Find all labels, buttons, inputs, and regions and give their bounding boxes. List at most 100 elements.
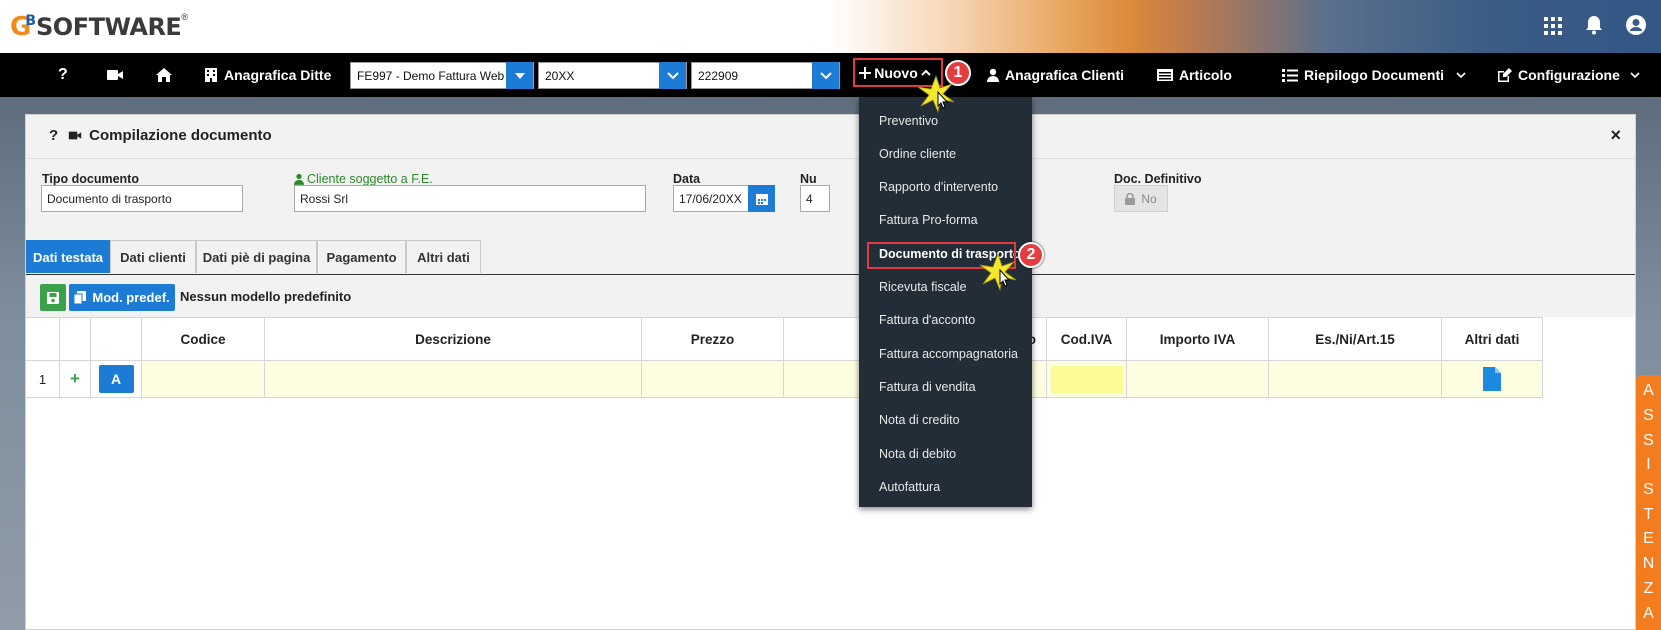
cell-descrizione[interactable] — [265, 361, 642, 398]
close-button[interactable]: × — [1610, 125, 1621, 146]
tab-dati-testata[interactable]: Dati testata — [26, 240, 110, 273]
chevron-down-icon — [1630, 71, 1640, 78]
riepilogo-documenti-menu[interactable]: Riepilogo Documenti — [1282, 53, 1472, 97]
building-icon — [205, 68, 217, 82]
logo-reg: ® — [181, 12, 188, 22]
list-box-icon — [1157, 69, 1173, 81]
configurazione-label: Configurazione — [1518, 67, 1620, 83]
video-camera-icon — [107, 70, 123, 80]
floppy-disk-icon — [47, 291, 59, 304]
cod-iva-input[interactable] — [1050, 365, 1123, 393]
menu-item-fattura-di-vendita[interactable]: Fattura di vendita — [879, 380, 976, 394]
assist-letter: I — [1646, 456, 1651, 474]
doc-definitivo-value: No — [1141, 191, 1157, 206]
anagrafica-ditte-link[interactable]: Anagrafica Ditte — [204, 53, 331, 97]
tab-dati-clienti[interactable]: Dati clienti — [110, 240, 196, 273]
company-select-value: FE997 - Demo Fattura Web — [357, 68, 505, 83]
tab-altri-dati[interactable]: Altri dati — [406, 240, 481, 273]
logo-b: B — [25, 13, 37, 29]
cell-importo-iva[interactable] — [1127, 361, 1269, 398]
cell-altri-dati[interactable] — [1442, 361, 1543, 398]
numero-field[interactable]: 4 — [800, 185, 830, 212]
col-header-descrizione[interactable]: Descrizione — [265, 317, 642, 361]
articolo-link[interactable]: Articolo — [1157, 53, 1232, 97]
tab-label: Dati clienti — [120, 249, 186, 265]
assistenza-tab[interactable]: A S S I S T E N Z A — [1636, 375, 1661, 630]
menu-item-fattura-acconto[interactable]: Fattura d'acconto — [879, 313, 975, 327]
add-row-button[interactable]: + — [60, 361, 91, 398]
help-label: ? — [58, 66, 68, 83]
cliente-field[interactable]: Rossi Srl — [294, 185, 646, 212]
assist-letter: Z — [1643, 579, 1654, 597]
bell-icon[interactable] — [1583, 14, 1607, 38]
col-header-codice[interactable]: Codice — [142, 317, 265, 361]
menu-item-rapporto-intervento[interactable]: Rapporto d'intervento — [879, 180, 998, 194]
video-camera-icon[interactable] — [68, 130, 82, 141]
menu-item-nota-di-debito[interactable]: Nota di debito — [879, 447, 956, 461]
col-header-cod-iva[interactable]: Cod.IVA — [1047, 317, 1127, 361]
brand-bar: G B SOFTWARE ® — [0, 0, 1661, 53]
code-select[interactable]: 222909 — [691, 62, 840, 89]
year-select[interactable]: 20XX — [538, 62, 687, 89]
menu-item-fattura-pro-forma[interactable]: Fattura Pro-forma — [879, 213, 978, 227]
tab-pagamento[interactable]: Pagamento — [317, 240, 406, 273]
tab-label: Altri dati — [417, 249, 470, 265]
doc-definitivo-toggle[interactable]: No — [1114, 185, 1168, 212]
row-action-cell: A — [91, 361, 142, 398]
video-button[interactable] — [106, 53, 130, 97]
list-icon — [1282, 68, 1298, 82]
step-2-callout: 2 — [1018, 242, 1044, 268]
menu-item-ricevuta-fiscale[interactable]: Ricevuta fiscale — [879, 280, 967, 294]
configurazione-menu[interactable]: Configurazione — [1497, 53, 1646, 97]
anagrafica-clienti-link[interactable]: Anagrafica Clienti — [987, 53, 1124, 97]
mod-predef-button[interactable]: Mod. predef. — [69, 284, 175, 311]
menu-item-preventivo[interactable]: Preventivo — [879, 114, 938, 128]
tab-label: Dati testata — [32, 249, 104, 265]
help-button[interactable]: ? — [58, 53, 68, 97]
col-header-prezzo[interactable]: Prezzo — [642, 317, 784, 361]
cell-es-ni-art15[interactable] — [1269, 361, 1442, 398]
save-button[interactable] — [40, 284, 66, 311]
col-header-num — [26, 317, 60, 361]
assist-letter: N — [1642, 555, 1655, 573]
cell-codice[interactable] — [142, 361, 265, 398]
company-select[interactable]: FE997 - Demo Fattura Web — [350, 62, 534, 89]
col-header-altri-dati[interactable]: Altri dati — [1442, 317, 1543, 361]
assist-letter: S — [1643, 407, 1654, 425]
nuovo-dropdown-menu: Preventivo Ordine cliente Rapporto d'int… — [859, 97, 1032, 507]
col-header-es-ni-art15[interactable]: Es./Ni/Art.15 — [1269, 317, 1442, 361]
cell-prezzo[interactable] — [642, 361, 784, 398]
user-icon[interactable] — [1625, 14, 1649, 38]
articolo-label: Articolo — [1179, 67, 1232, 83]
cell-cod-iva[interactable] — [1047, 361, 1127, 398]
click-burst-icon — [917, 74, 955, 114]
apps-grid-icon[interactable] — [1541, 14, 1565, 38]
data-field[interactable]: 17/06/20XX — [673, 185, 749, 212]
tipo-documento-field[interactable]: Documento di trasporto — [41, 185, 243, 212]
card-help-button[interactable]: ? — [49, 127, 58, 144]
col-header-importo-iva[interactable]: Importo IVA — [1127, 317, 1269, 361]
col-label: Es./Ni/Art.15 — [1315, 331, 1395, 347]
menu-item-nota-di-credito[interactable]: Nota di credito — [879, 413, 960, 427]
home-button[interactable] — [155, 53, 179, 97]
data-label: Data — [673, 172, 701, 186]
chevron-down-icon[interactable] — [812, 62, 839, 89]
edit-icon — [1498, 67, 1512, 82]
tab-dati-pie-di-pagina[interactable]: Dati piè di pagina — [196, 240, 317, 273]
calendar-button[interactable] — [748, 185, 775, 212]
caret-down-icon[interactable] — [506, 62, 533, 89]
card-title: ? Compilazione documento — [49, 127, 272, 144]
nessun-modello-text: Nessun modello predefinito — [180, 289, 352, 304]
anagrafica-ditte-label: Anagrafica Ditte — [224, 67, 332, 83]
chevron-down-icon[interactable] — [659, 62, 686, 89]
col-header-add — [60, 317, 91, 361]
nuovo-label: Nuovo — [874, 64, 918, 81]
mod-predef-label: Mod. predef. — [92, 290, 170, 305]
menu-item-autofattura[interactable]: Autofattura — [879, 480, 940, 494]
gb-software-logo[interactable]: G B SOFTWARE ® — [10, 8, 188, 46]
menu-item-ordine-cliente[interactable]: Ordine cliente — [879, 147, 956, 161]
row-a-button[interactable]: A — [98, 365, 134, 393]
col-label: Descrizione — [415, 331, 491, 347]
document-icon[interactable] — [1483, 367, 1501, 391]
menu-item-fattura-accompagnatoria[interactable]: Fattura accompagnatoria — [879, 347, 1018, 361]
